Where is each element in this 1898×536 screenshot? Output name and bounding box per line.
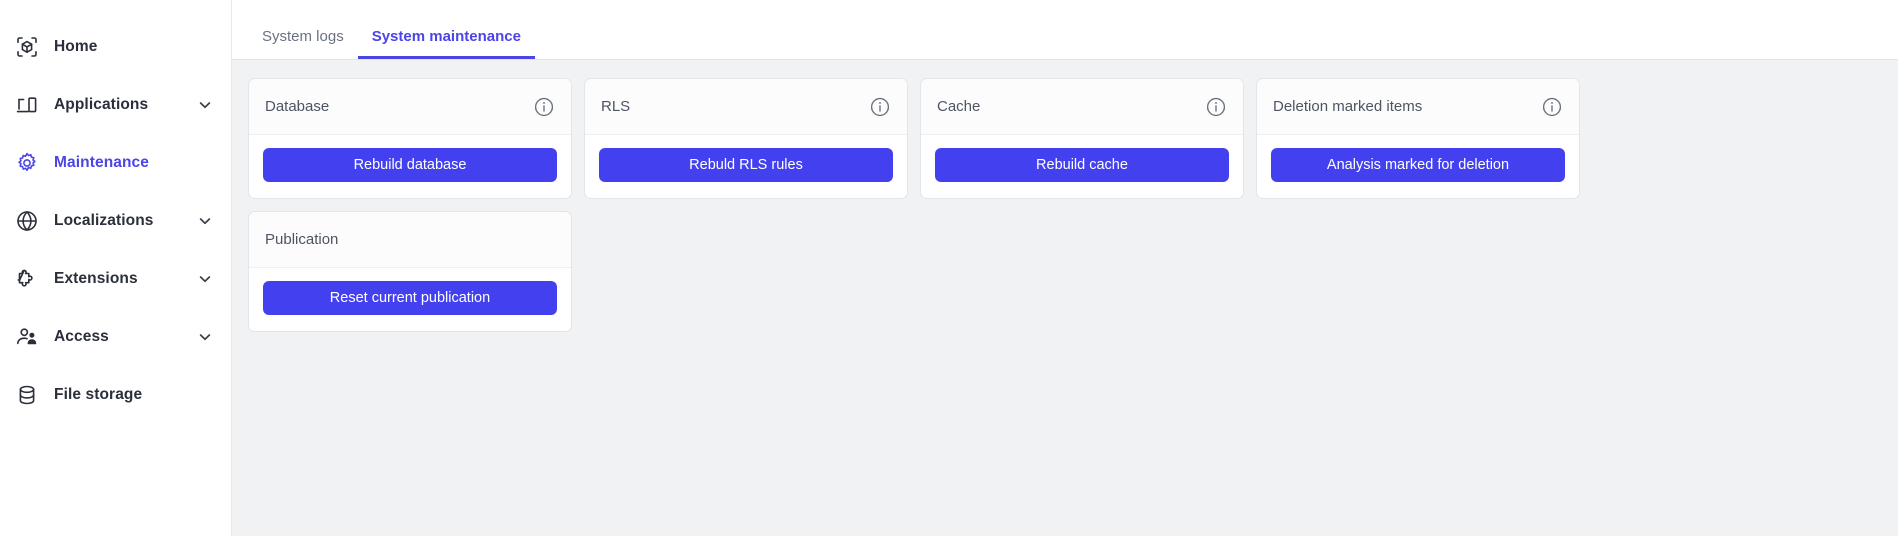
- card-body: Reset current publication: [249, 268, 571, 331]
- chevron-down-icon[interactable]: [197, 97, 213, 113]
- card-action-button[interactable]: Rebuild database: [263, 148, 557, 182]
- info-circle-icon[interactable]: [533, 96, 555, 118]
- maintenance-card: RLS Rebuld RLS rules: [584, 78, 908, 199]
- devices-icon: [14, 92, 40, 118]
- card-body: Rebuild database: [249, 135, 571, 198]
- sidebar-item-maintenance[interactable]: Maintenance: [0, 134, 231, 192]
- puzzle-icon: [14, 266, 40, 292]
- database-icon: [14, 382, 40, 408]
- card-title: Deletion marked items: [1273, 98, 1423, 115]
- sidebar-item-label: Applications: [54, 96, 149, 113]
- card-title: Database: [265, 98, 330, 115]
- main-region: System logs System maintenance Database R…: [232, 0, 1898, 536]
- card-action-button[interactable]: Analysis marked for deletion: [1271, 148, 1565, 182]
- user-access-icon: [14, 324, 40, 350]
- tab-system-logs[interactable]: System logs: [248, 14, 358, 59]
- card-body: Rebuld RLS rules: [585, 135, 907, 198]
- sidebar-item-label: Localizations: [54, 212, 154, 229]
- sidebar-item-access[interactable]: Access: [0, 308, 231, 366]
- card-header: Cache: [921, 79, 1243, 135]
- card-title: RLS: [601, 98, 631, 115]
- card-action-button[interactable]: Rebuld RLS rules: [599, 148, 893, 182]
- maintenance-card: Database Rebuild database: [248, 78, 572, 199]
- maintenance-card: Publication Reset current publication: [248, 211, 572, 332]
- info-circle-icon[interactable]: [869, 96, 891, 118]
- card-body: Rebuild cache: [921, 135, 1243, 198]
- sidebar: Home Applications Maintenance Localizati…: [0, 0, 232, 536]
- card-header: Deletion marked items: [1257, 79, 1579, 135]
- card-title: Publication: [265, 231, 339, 248]
- sidebar-item-file-storage[interactable]: File storage: [0, 366, 231, 424]
- sidebar-item-label: Maintenance: [54, 154, 149, 171]
- sidebar-item-localizations[interactable]: Localizations: [0, 192, 231, 250]
- info-circle-icon[interactable]: [1205, 96, 1227, 118]
- tab-bar: System logs System maintenance: [232, 14, 1898, 60]
- content-wrapper: System logs System maintenance Database R…: [232, 14, 1898, 536]
- sidebar-item-label: File storage: [54, 386, 143, 403]
- top-header-bar: [232, 0, 1898, 14]
- maintenance-card: Cache Rebuild cache: [920, 78, 1244, 199]
- sidebar-item-home[interactable]: Home: [0, 18, 231, 76]
- chevron-down-icon[interactable]: [197, 329, 213, 345]
- card-header: RLS: [585, 79, 907, 135]
- gear-icon: [14, 150, 40, 176]
- tab-label: System maintenance: [371, 28, 521, 45]
- sidebar-item-label: Access: [54, 328, 109, 345]
- card-header: Publication: [249, 212, 571, 268]
- sidebar-item-extensions[interactable]: Extensions: [0, 250, 231, 308]
- card-body: Analysis marked for deletion: [1257, 135, 1579, 198]
- tab-system-maintenance[interactable]: System maintenance: [357, 14, 536, 59]
- chevron-down-icon[interactable]: [197, 271, 213, 287]
- card-action-button[interactable]: Reset current publication: [263, 281, 557, 315]
- sidebar-item-label: Extensions: [54, 270, 138, 287]
- maintenance-card-grid: Database Rebuild database RLS Rebuld RLS …: [232, 60, 1898, 536]
- maintenance-card: Deletion marked items Analysis marked fo…: [1256, 78, 1580, 199]
- globe-icon: [14, 208, 40, 234]
- info-circle-icon[interactable]: [1541, 96, 1563, 118]
- tab-label: System logs: [262, 28, 344, 45]
- card-title: Cache: [937, 98, 981, 115]
- app-root: Home Applications Maintenance Localizati…: [0, 0, 1898, 536]
- cube-scan-icon: [14, 34, 40, 60]
- sidebar-item-applications[interactable]: Applications: [0, 76, 231, 134]
- chevron-down-icon[interactable]: [197, 213, 213, 229]
- sidebar-item-label: Home: [54, 38, 98, 55]
- card-action-button[interactable]: Rebuild cache: [935, 148, 1229, 182]
- card-header: Database: [249, 79, 571, 135]
